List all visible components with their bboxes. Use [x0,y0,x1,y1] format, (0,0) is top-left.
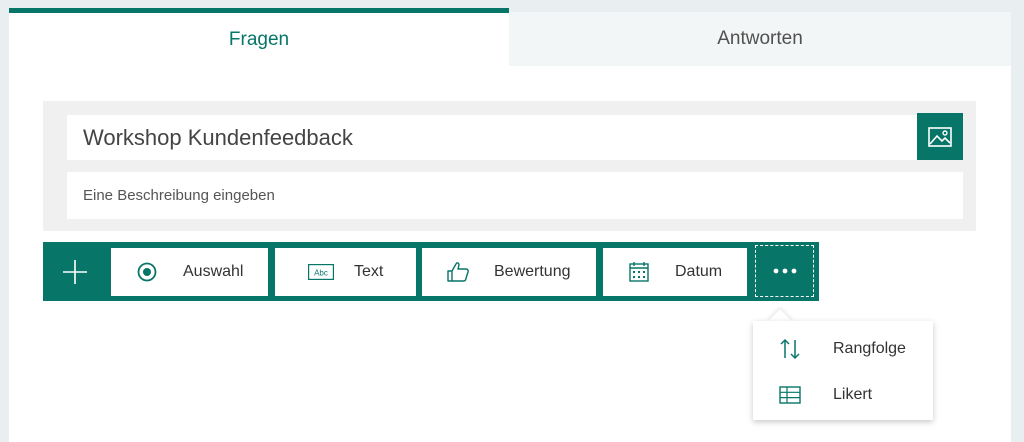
tab-questions-label: Fragen [228,28,290,50]
menu-item-ranking[interactable]: Rangfolge [753,327,933,371]
radio-icon [137,262,157,282]
image-icon [928,126,952,147]
plus-icon [62,259,87,284]
menu-item-likert[interactable]: Likert [753,373,933,417]
form-description-input[interactable] [67,172,963,219]
text-label: Text [354,263,384,280]
insert-image-button[interactable] [917,113,963,160]
date-label: Datum [675,263,723,280]
tab-responses[interactable]: Antworten [509,12,1011,66]
calendar-icon [629,262,649,282]
tab-responses-label: Antworten [717,28,803,49]
tab-questions[interactable]: Fragen [9,8,509,66]
menu-item-ranking-label: Rangfolge [833,340,906,357]
sort-arrows-icon [779,338,801,360]
more-question-types-button[interactable] [755,245,814,297]
ellipsis-icon [773,268,796,274]
svg-text:Abc: Abc [314,269,328,278]
date-button[interactable]: Datum [603,248,747,296]
add-question-button[interactable] [43,242,106,301]
text-button[interactable]: Abc Text [275,248,416,296]
form-title-input[interactable] [67,115,917,160]
rating-label: Bewertung [494,263,571,280]
menu-item-likert-label: Likert [833,386,873,403]
text-box-icon: Abc [308,264,334,280]
grid-table-icon [779,386,801,404]
rating-button[interactable]: Bewertung [422,248,596,296]
thumbs-up-icon [446,261,470,283]
choice-button[interactable]: Auswahl [111,248,268,296]
choice-label: Auswahl [183,263,244,280]
more-types-menu: Rangfolge Likert [753,321,933,420]
